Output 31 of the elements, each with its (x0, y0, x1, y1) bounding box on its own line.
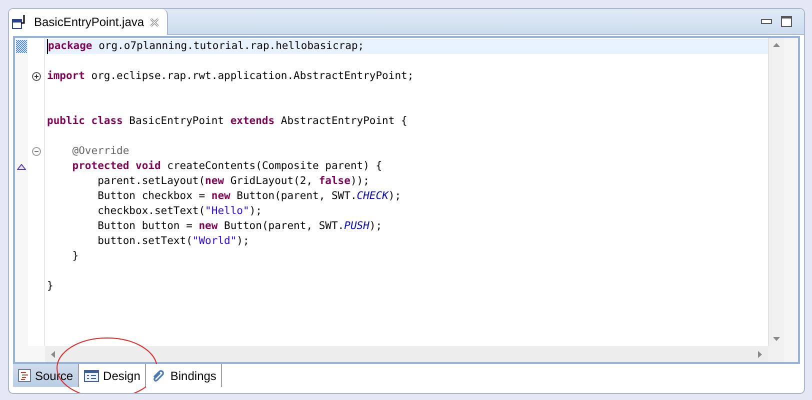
code-line: Button button = new Button(parent, SWT.PUSH); (96, 219, 382, 234)
tab-title: BasicEntryPoint.java (34, 14, 144, 31)
close-icon[interactable] (150, 18, 160, 26)
code-line: } (47, 279, 54, 294)
maximize-icon[interactable] (781, 16, 792, 27)
code-line: checkbox.setText("Hello"); (96, 204, 262, 219)
code-line: parent.setLayout(new GridLayout(2, false)); (96, 174, 370, 189)
paperclip-icon (151, 368, 166, 383)
form-layout-icon (84, 370, 100, 382)
scroll-right-icon[interactable] (758, 350, 762, 358)
source-lines-icon (18, 369, 31, 382)
code-line: button.setText("World"); (96, 234, 250, 249)
scroll-left-icon[interactable] (51, 350, 55, 358)
expand-fold-icon[interactable] (32, 72, 40, 81)
scroll-down-icon[interactable] (773, 337, 780, 341)
code-line: } (71, 249, 79, 264)
horizontal-scrollbar[interactable] (45, 346, 768, 362)
vertical-scrollbar[interactable] (768, 38, 784, 346)
editor-tab[interactable]: BasicEntryPoint.java (9, 9, 168, 35)
code-line: protected void createContents(Composite parent) { (71, 159, 382, 174)
collapse-fold-icon[interactable] (32, 147, 40, 156)
code-line: import org.eclipse.rap.rwt.application.AbstractEntryPoint; (47, 69, 414, 84)
code-line: @Override (71, 144, 130, 159)
editor-page-tab[interactable]: Bindings (146, 364, 222, 387)
code-line: Button checkbox = new Button(parent, SWT.CHECK); (96, 189, 402, 204)
minimize-icon[interactable] (761, 18, 772, 24)
code-line: package org.o7planning.tutorial.rap.hellobasicrap; (47, 39, 364, 54)
java-file-icon (12, 15, 28, 29)
code-line: public class BasicEntryPoint extends AbstractEntryPoint { (47, 114, 408, 129)
scroll-up-icon[interactable] (773, 43, 780, 47)
override-triangle-icon[interactable] (17, 164, 26, 170)
